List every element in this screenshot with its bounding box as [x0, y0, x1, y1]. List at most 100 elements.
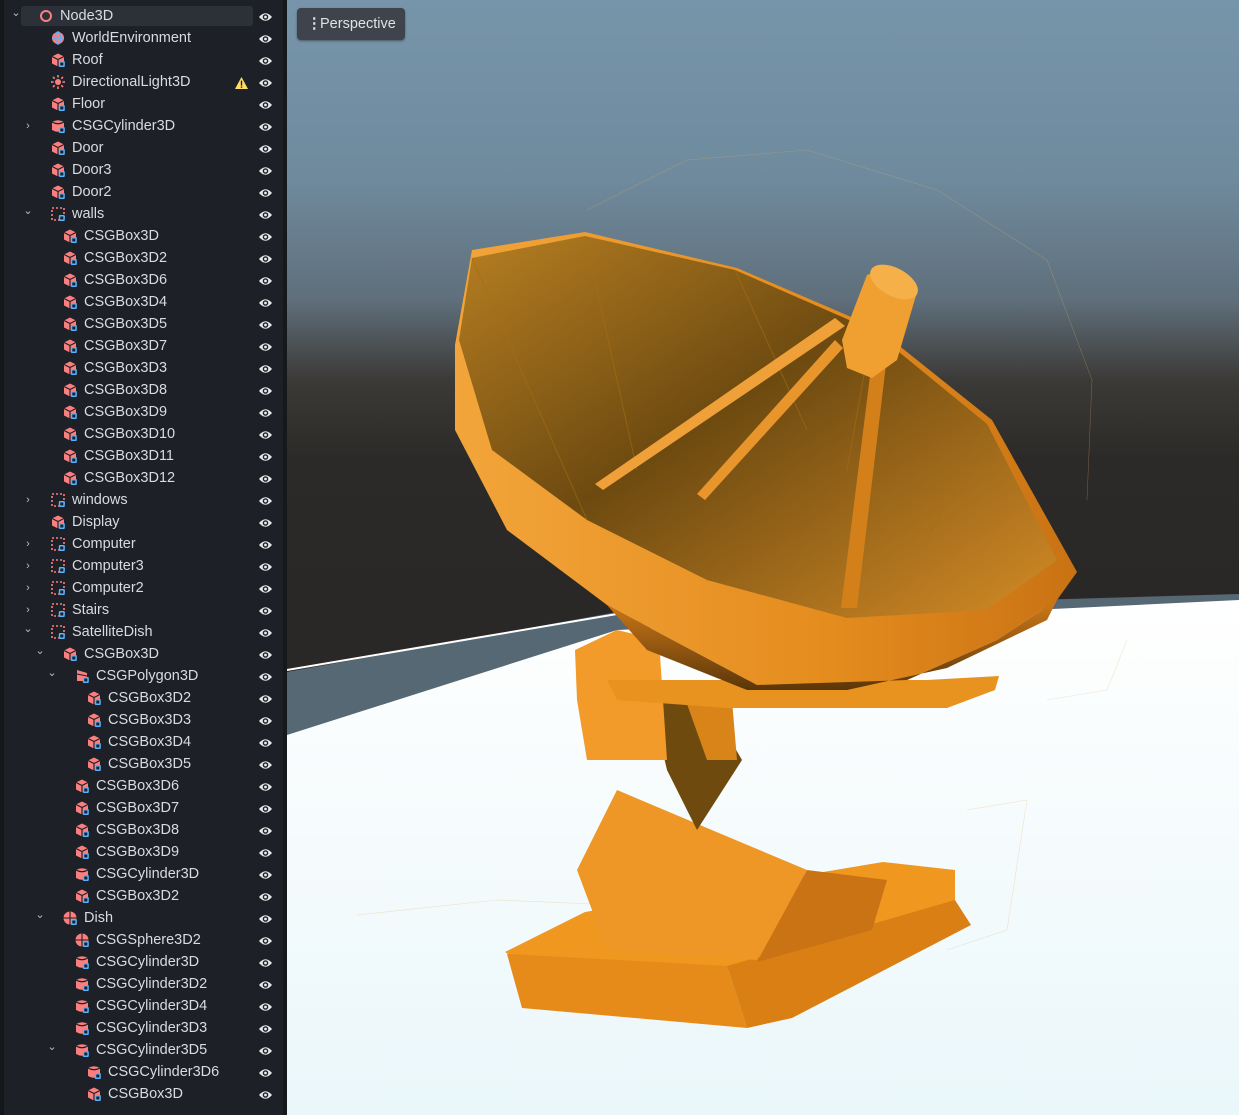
tree-item[interactable]: CSGBox3D: [4, 1083, 283, 1105]
tree-item[interactable]: CSGCylinder3D4: [4, 995, 283, 1017]
tree-item[interactable]: CSGBox3D9: [4, 841, 283, 863]
tree-item[interactable]: CSGBox3D8: [4, 819, 283, 841]
visibility-eye-icon[interactable]: [258, 185, 273, 199]
visibility-eye-icon[interactable]: [258, 1021, 273, 1035]
tree-item[interactable]: › Computer: [4, 533, 283, 555]
visibility-eye-icon[interactable]: [258, 933, 273, 947]
collapse-arrow-icon[interactable]: ⌄: [34, 907, 46, 929]
tree-item[interactable]: CSGBox3D4: [4, 731, 283, 753]
tree-item[interactable]: CSGBox3D5: [4, 313, 283, 335]
tree-item[interactable]: CSGCylinder3D: [4, 863, 283, 885]
visibility-eye-icon[interactable]: [258, 163, 273, 177]
tree-item[interactable]: CSGBox3D2: [4, 885, 283, 907]
collapse-arrow-icon[interactable]: ⌄: [46, 665, 58, 687]
expand-arrow-icon[interactable]: ›: [22, 115, 34, 137]
visibility-eye-icon[interactable]: [258, 625, 273, 639]
expand-arrow-icon[interactable]: ›: [22, 599, 34, 621]
visibility-eye-icon[interactable]: [258, 515, 273, 529]
tree-item[interactable]: CSGBox3D2: [4, 247, 283, 269]
tree-item[interactable]: › Stairs: [4, 599, 283, 621]
collapse-arrow-icon[interactable]: ⌄: [22, 621, 34, 643]
collapse-arrow-icon[interactable]: ⌄: [46, 1039, 58, 1061]
visibility-eye-icon[interactable]: [258, 757, 273, 771]
visibility-eye-icon[interactable]: [258, 845, 273, 859]
visibility-eye-icon[interactable]: [258, 273, 273, 287]
visibility-eye-icon[interactable]: [258, 559, 273, 573]
tree-item[interactable]: CSGBox3D3: [4, 357, 283, 379]
visibility-eye-icon[interactable]: [258, 339, 273, 353]
viewport-scene[interactable]: [287, 0, 1239, 1115]
tree-item[interactable]: CSGBox3D10: [4, 423, 283, 445]
tree-item[interactable]: CSGBox3D3: [4, 709, 283, 731]
visibility-eye-icon[interactable]: [258, 1087, 273, 1101]
collapse-arrow-icon[interactable]: ⌄: [34, 643, 46, 665]
visibility-eye-icon[interactable]: [258, 735, 273, 749]
tree-item[interactable]: Display: [4, 511, 283, 533]
visibility-eye-icon[interactable]: [258, 779, 273, 793]
visibility-eye-icon[interactable]: [258, 53, 273, 67]
tree-item[interactable]: CSGBox3D8: [4, 379, 283, 401]
tree-item[interactable]: CSGBox3D6: [4, 775, 283, 797]
tree-item[interactable]: ⌄ walls: [4, 203, 283, 225]
tree-item[interactable]: CSGCylinder3D3: [4, 1017, 283, 1039]
visibility-eye-icon[interactable]: [258, 603, 273, 617]
tree-item[interactable]: CSGBox3D12: [4, 467, 283, 489]
visibility-eye-icon[interactable]: [258, 493, 273, 507]
visibility-eye-icon[interactable]: [258, 999, 273, 1013]
tree-item[interactable]: CSGBox3D4: [4, 291, 283, 313]
collapse-arrow-icon[interactable]: ⌄: [10, 5, 22, 27]
tree-item[interactable]: ⌄ CSGCylinder3D5: [4, 1039, 283, 1061]
visibility-eye-icon[interactable]: [258, 141, 273, 155]
warning-icon[interactable]: [234, 75, 249, 89]
visibility-eye-icon[interactable]: [258, 449, 273, 463]
visibility-eye-icon[interactable]: [258, 713, 273, 727]
expand-arrow-icon[interactable]: ›: [22, 533, 34, 555]
tree-item[interactable]: CSGCylinder3D2: [4, 973, 283, 995]
tree-item[interactable]: CSGBox3D2: [4, 687, 283, 709]
tree-item[interactable]: › Computer3: [4, 555, 283, 577]
tree-item[interactable]: ⌄ SatelliteDish: [4, 621, 283, 643]
perspective-menu-button[interactable]: ⋮Perspective: [297, 8, 405, 40]
tree-item[interactable]: Door2: [4, 181, 283, 203]
tree-item[interactable]: CSGBox3D9: [4, 401, 283, 423]
visibility-eye-icon[interactable]: [258, 229, 273, 243]
tree-item[interactable]: ⌄ Node3D: [4, 5, 283, 27]
tree-item[interactable]: Roof: [4, 49, 283, 71]
visibility-eye-icon[interactable]: [258, 317, 273, 331]
tree-item[interactable]: WorldEnvironment: [4, 27, 283, 49]
visibility-eye-icon[interactable]: [258, 801, 273, 815]
visibility-eye-icon[interactable]: [258, 691, 273, 705]
tree-item[interactable]: CSGBox3D: [4, 225, 283, 247]
visibility-eye-icon[interactable]: [258, 911, 273, 925]
visibility-eye-icon[interactable]: [258, 405, 273, 419]
visibility-eye-icon[interactable]: [258, 207, 273, 221]
tree-item[interactable]: Door3: [4, 159, 283, 181]
visibility-eye-icon[interactable]: [258, 1043, 273, 1057]
tree-item[interactable]: Door: [4, 137, 283, 159]
tree-item[interactable]: › windows: [4, 489, 283, 511]
expand-arrow-icon[interactable]: ›: [22, 577, 34, 599]
tree-item[interactable]: ⌄ Dish: [4, 907, 283, 929]
visibility-eye-icon[interactable]: [258, 361, 273, 375]
visibility-eye-icon[interactable]: [258, 647, 273, 661]
expand-arrow-icon[interactable]: ›: [22, 555, 34, 577]
visibility-eye-icon[interactable]: [258, 471, 273, 485]
tree-item[interactable]: › Computer2: [4, 577, 283, 599]
collapse-arrow-icon[interactable]: ⌄: [22, 203, 34, 225]
visibility-eye-icon[interactable]: [258, 383, 273, 397]
visibility-eye-icon[interactable]: [258, 427, 273, 441]
visibility-eye-icon[interactable]: [258, 955, 273, 969]
tree-item[interactable]: CSGBox3D6: [4, 269, 283, 291]
visibility-eye-icon[interactable]: [258, 669, 273, 683]
visibility-eye-icon[interactable]: [258, 1065, 273, 1079]
visibility-eye-icon[interactable]: [258, 119, 273, 133]
tree-item[interactable]: CSGBox3D7: [4, 797, 283, 819]
visibility-eye-icon[interactable]: [258, 581, 273, 595]
visibility-eye-icon[interactable]: [258, 31, 273, 45]
tree-item[interactable]: CSGBox3D11: [4, 445, 283, 467]
3d-viewport[interactable]: ⋮Perspective: [287, 0, 1239, 1115]
tree-item[interactable]: Floor: [4, 93, 283, 115]
visibility-eye-icon[interactable]: [258, 9, 273, 23]
tree-item[interactable]: CSGBox3D5: [4, 753, 283, 775]
tree-item[interactable]: ⌄ CSGBox3D: [4, 643, 283, 665]
